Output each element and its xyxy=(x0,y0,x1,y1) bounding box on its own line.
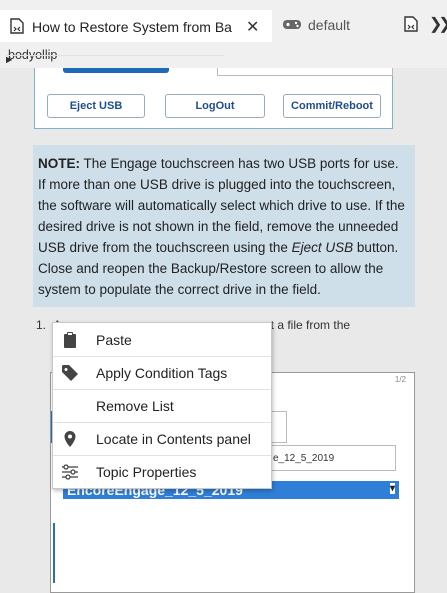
list-number: 1. xyxy=(36,318,47,332)
menu-item-label: Apply Condition Tags xyxy=(96,365,228,381)
screenshot-commit-button: Commit/Reboot xyxy=(283,94,381,118)
dialog-field-value: e_12_5_2019 xyxy=(273,452,335,464)
screenshot-image: Eject USB LogOut Commit/Reboot xyxy=(34,68,393,129)
gamepad-icon xyxy=(282,17,302,34)
close-tab-icon[interactable]: ✕ xyxy=(246,17,259,37)
dropdown-arrow-icon: ▾ xyxy=(389,483,395,494)
breadcrumb-separator-icon: ▶ xyxy=(6,54,224,64)
menu-item-apply-condition-tags[interactable]: Apply Condition Tags xyxy=(53,357,271,389)
tab-default-label: default xyxy=(308,17,351,33)
menu-item-remove-list[interactable]: Remove List xyxy=(53,390,271,422)
dialog-field: e_12_5_2019 xyxy=(266,445,396,471)
menu-item-label: Paste xyxy=(96,332,132,348)
screenshot-eject-button: Eject USB xyxy=(47,94,145,118)
tab-bar: How to Restore System from Bac... ✕ defa… xyxy=(0,0,447,42)
note-eject-reference: Eject USB xyxy=(291,240,354,255)
note-label: NOTE: xyxy=(38,156,80,171)
menu-item-label: Remove List xyxy=(96,398,174,414)
sliders-icon xyxy=(61,463,79,481)
menu-item-label: Topic Properties xyxy=(96,464,197,480)
screenshot-field xyxy=(217,68,393,76)
tab-document-active[interactable]: How to Restore System from Bac... ✕ xyxy=(0,10,272,42)
dialog-side-bar xyxy=(53,523,55,583)
menu-item-topic-properties[interactable]: Topic Properties xyxy=(53,456,271,488)
tab-title: How to Restore System from Bac... xyxy=(32,19,232,35)
location-pin-icon xyxy=(61,430,79,448)
screenshot-blue-button xyxy=(63,68,169,73)
menu-item-paste[interactable]: Paste xyxy=(53,324,271,356)
breadcrumb: body ▶ ol ▶ li ▶ p xyxy=(0,42,447,68)
document-icon xyxy=(10,17,24,37)
context-menu: Paste Apply Condition Tags Remove List L… xyxy=(52,322,272,489)
tab-default[interactable]: default xyxy=(282,10,392,40)
more-tabs-icon[interactable]: ❯❯ xyxy=(429,14,447,34)
tab-next-document[interactable] xyxy=(404,10,424,40)
tag-icon xyxy=(61,364,79,382)
dialog-corner-text: 1/2 xyxy=(394,375,406,384)
screenshot-logout-button: LogOut xyxy=(165,94,265,118)
note-box[interactable]: NOTE: The Engage touchscreen has two USB… xyxy=(33,145,415,307)
menu-item-locate-in-contents[interactable]: Locate in Contents panel xyxy=(53,423,271,455)
document-icon xyxy=(404,15,418,35)
menu-item-label: Locate in Contents panel xyxy=(96,431,251,447)
clipboard-icon xyxy=(61,331,79,349)
